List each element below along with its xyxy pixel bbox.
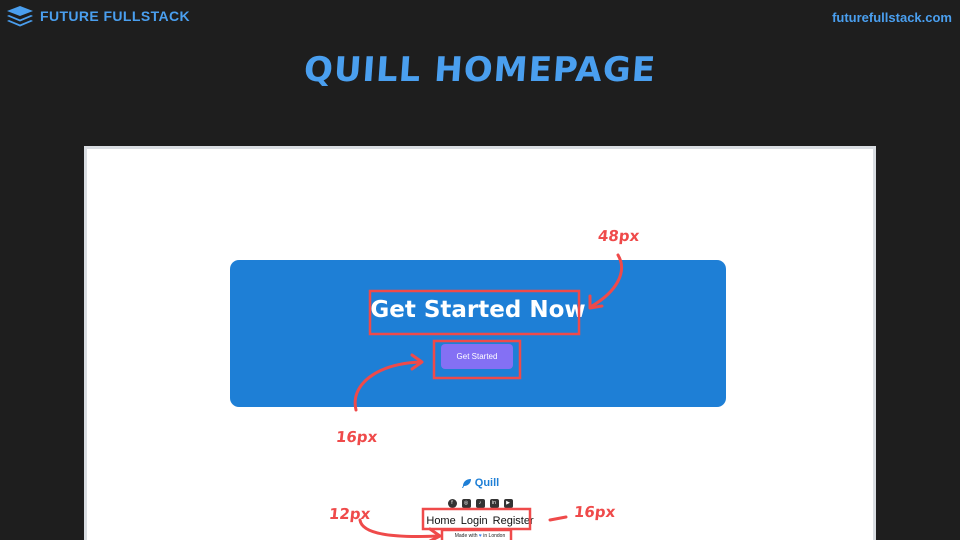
tiktok-icon[interactable]: ♪ [475,499,485,508]
made-with-size-note: 12px [328,505,372,523]
brand-name: FUTURE FULLSTACK [40,8,191,24]
made-with-suffix: in London [483,533,506,539]
site-url[interactable]: futurefullstack.com [832,10,952,25]
youtube-icon[interactable]: ▶ [503,499,513,508]
linkedin-icon[interactable]: in [489,499,499,508]
slide-title: QUILL HOMEPAGE [302,50,658,90]
made-with-prefix: Made with [454,533,478,539]
heading-size-note: 48px [597,227,641,245]
footer-logo-text: Quill [474,477,500,489]
footer-link-home[interactable]: Home [426,515,455,527]
cta-section: Get Started Now Get Started [230,260,726,407]
cta-heading: Get Started Now [370,297,586,323]
facebook-icon[interactable]: f [447,499,457,508]
homepage-screenshot: Get Started Now Get Started Quill f ◎ ♪ … [84,146,876,540]
social-links: f ◎ ♪ in ▶ [87,499,873,508]
footer-logo[interactable]: Quill [87,477,873,489]
heart-icon: ♥ [478,533,482,539]
instagram-icon[interactable]: ◎ [461,499,471,508]
feather-icon [461,478,471,488]
stack-layers-icon [7,6,33,27]
brand: FUTURE FULLSTACK [6,5,190,27]
button-size-note: 16px [335,428,379,446]
get-started-button[interactable]: Get Started [441,344,513,369]
footer-link-register[interactable]: Register [493,515,534,527]
footer-nav: Home Login Register [87,515,873,527]
footer-link-login[interactable]: Login [461,515,488,527]
nav-size-note: 16px [573,503,617,521]
made-with-text: Made with ♥ in London [87,533,873,539]
